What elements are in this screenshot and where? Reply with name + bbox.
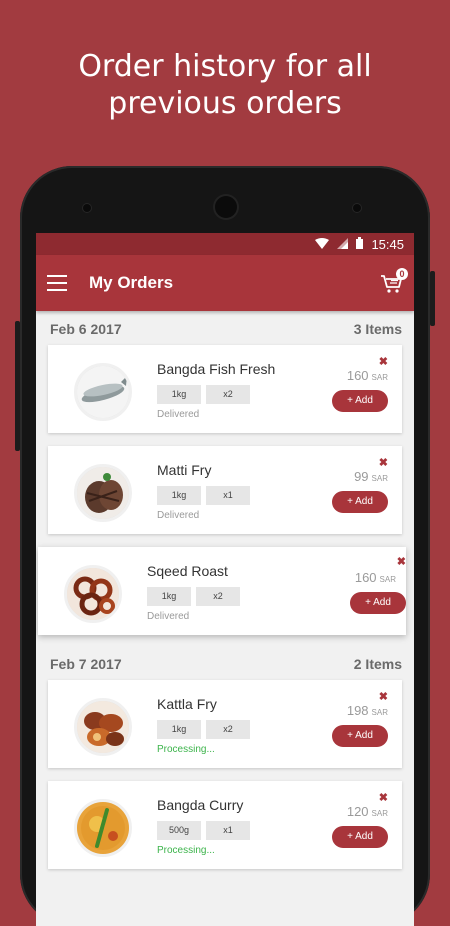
close-icon[interactable]: ✖ xyxy=(397,555,406,568)
price-currency: SAR xyxy=(379,575,396,584)
promo-line-1: Order history for all xyxy=(78,49,372,84)
status-bar: 15:45 xyxy=(36,233,414,255)
wifi-icon xyxy=(315,237,330,252)
item-name: Bangda Curry xyxy=(157,797,244,813)
item-thumbnail xyxy=(74,799,132,857)
close-icon[interactable]: ✖ xyxy=(379,690,388,703)
close-icon[interactable]: ✖ xyxy=(379,355,388,368)
order-group-header: Feb 7 2017 2 Items xyxy=(36,648,414,680)
item-name: Matti Fry xyxy=(157,462,212,478)
order-item-card[interactable]: Matti Fry 1kg x1 Delivered ✖ 99 SAR + Add xyxy=(48,446,402,534)
item-price: 160 SAR xyxy=(355,570,396,585)
price-value: 160 xyxy=(354,570,377,585)
price-currency: SAR xyxy=(371,708,388,717)
order-item-count: 3 Items xyxy=(353,321,402,337)
signal-icon xyxy=(337,237,349,252)
promo-heading: Order history for all previous orders xyxy=(0,48,450,122)
promo-line-2: previous orders xyxy=(108,86,342,121)
power-button xyxy=(430,271,435,326)
order-item-card[interactable]: Bangda Curry 500g x1 Processing... ✖ 120… xyxy=(48,781,402,869)
item-price: 160 SAR xyxy=(347,368,388,383)
item-price: 99 SAR xyxy=(354,469,388,484)
quantity-chip: 1kg xyxy=(157,720,201,739)
order-status: Delivered xyxy=(157,510,200,521)
multiplier-chip: x1 xyxy=(206,821,250,840)
page-title: My Orders xyxy=(89,273,174,292)
price-currency: SAR xyxy=(371,373,388,382)
order-item-card[interactable]: Bangda Fish Fresh 1kg x2 Delivered ✖ 160… xyxy=(48,345,402,433)
app-bar: My Orders 0 xyxy=(36,255,414,311)
price-value: 99 xyxy=(354,469,369,484)
price-value: 120 xyxy=(346,804,369,819)
order-status: Delivered xyxy=(147,611,190,622)
order-status: Processing... xyxy=(157,744,215,755)
add-button[interactable]: + Add xyxy=(350,592,406,614)
add-button[interactable]: + Add xyxy=(332,390,388,412)
app-screen: 15:45 My Orders 0 Feb 6 2017 3 Items Ban… xyxy=(36,233,414,926)
quantity-chip: 500g xyxy=(157,821,201,840)
earpiece-speaker xyxy=(215,196,237,218)
order-date: Feb 7 2017 xyxy=(50,656,122,672)
item-price: 198 SAR xyxy=(347,703,388,718)
price-currency: SAR xyxy=(371,809,388,818)
price-value: 160 xyxy=(346,368,369,383)
add-button[interactable]: + Add xyxy=(332,826,388,848)
quantity-chip: 1kg xyxy=(147,587,191,606)
cart-button[interactable]: 0 xyxy=(380,268,408,296)
item-thumbnail xyxy=(74,698,132,756)
item-thumbnail xyxy=(64,565,122,623)
add-button[interactable]: + Add xyxy=(332,491,388,513)
cart-count-badge: 0 xyxy=(396,268,408,280)
multiplier-chip: x2 xyxy=(206,720,250,739)
close-icon[interactable]: ✖ xyxy=(379,456,388,469)
order-item-card[interactable]: Sqeed Roast 1kg x2 Delivered ✖ 160 SAR + … xyxy=(38,547,406,635)
multiplier-chip: x1 xyxy=(206,486,250,505)
order-date: Feb 6 2017 xyxy=(50,321,122,337)
item-thumbnail xyxy=(74,464,132,522)
item-thumbnail xyxy=(74,363,132,421)
order-item-count: 2 Items xyxy=(353,656,402,672)
item-name: Sqeed Roast xyxy=(147,563,228,579)
price-value: 198 xyxy=(346,703,369,718)
hamburger-menu-icon[interactable] xyxy=(47,275,67,291)
close-icon[interactable]: ✖ xyxy=(379,791,388,804)
status-time: 15:45 xyxy=(371,236,404,252)
add-button[interactable]: + Add xyxy=(332,725,388,747)
phone-frame: 15:45 My Orders 0 Feb 6 2017 3 Items Ban… xyxy=(15,166,435,926)
volume-button xyxy=(15,321,20,451)
battery-icon xyxy=(356,236,364,252)
item-name: Bangda Fish Fresh xyxy=(157,361,276,377)
price-currency: SAR xyxy=(371,474,388,483)
quantity-chip: 1kg xyxy=(157,385,201,404)
order-group-header: Feb 6 2017 3 Items xyxy=(36,313,414,345)
multiplier-chip: x2 xyxy=(196,587,240,606)
order-item-card[interactable]: Kattla Fry 1kg x2 Processing... ✖ 198 SAR… xyxy=(48,680,402,768)
quantity-chip: 1kg xyxy=(157,486,201,505)
order-status: Processing... xyxy=(157,845,215,856)
front-camera xyxy=(83,204,91,212)
item-name: Kattla Fry xyxy=(157,696,217,712)
proximity-sensor xyxy=(353,204,361,212)
item-price: 120 SAR xyxy=(347,804,388,819)
multiplier-chip: x2 xyxy=(206,385,250,404)
orders-list: Feb 6 2017 3 Items Bangda Fish Fresh 1kg… xyxy=(36,313,414,869)
order-status: Delivered xyxy=(157,409,200,420)
